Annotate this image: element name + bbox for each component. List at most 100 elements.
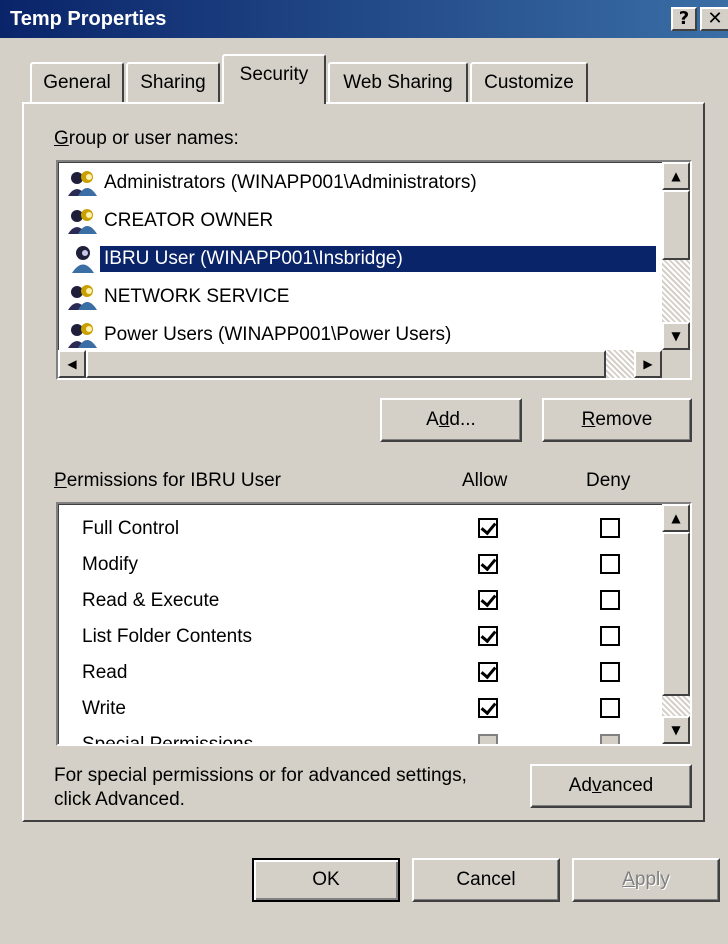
allow-column-header: Allow	[462, 470, 508, 491]
scroll-corner	[662, 350, 690, 378]
deny-checkbox[interactable]	[600, 662, 620, 682]
user-list-vertical-scrollbar[interactable]: ▲ ▼	[662, 162, 690, 350]
user-group-icon	[68, 323, 97, 348]
user-group-icon	[68, 209, 97, 234]
cancel-button[interactable]: Cancel	[412, 858, 560, 902]
permission-label: Modify	[82, 554, 138, 575]
scroll-thumb[interactable]	[662, 532, 690, 696]
window-title: Temp Properties	[10, 8, 167, 30]
tab-sharing-label: Sharing	[140, 72, 206, 93]
deny-checkbox[interactable]	[600, 518, 620, 538]
tab-sharing[interactable]: Sharing	[126, 62, 220, 102]
arrow-up-icon: ▲	[671, 169, 681, 183]
user-label: NETWORK SERVICE	[104, 286, 290, 307]
permission-label: Full Control	[82, 518, 180, 539]
add-label-1: A	[426, 409, 439, 430]
arrow-down-icon: ▼	[671, 723, 681, 737]
remove-button[interactable]: Remove	[542, 398, 692, 442]
list-item[interactable]: CREATOR OWNER	[66, 204, 656, 238]
permission-label: Read	[82, 662, 128, 683]
user-label: CREATOR OWNER	[104, 210, 274, 231]
allow-checkbox[interactable]	[478, 626, 498, 646]
advanced-note-line2: click Advanced.	[54, 789, 185, 810]
group-names-label: Group or user names:	[54, 128, 239, 150]
advanced-label-1: Ad	[568, 775, 592, 796]
user-label: Power Users (WINAPP001\Power Users)	[104, 324, 452, 345]
tab-general[interactable]: General	[30, 62, 124, 102]
arrow-left-icon: ◀	[67, 357, 77, 371]
remove-label: emove	[595, 409, 653, 430]
deny-checkbox[interactable]	[600, 590, 620, 610]
allow-checkbox[interactable]	[478, 590, 498, 610]
tab-customize[interactable]: Customize	[470, 62, 588, 102]
user-group-icon	[68, 171, 97, 196]
advanced-button[interactable]: Advanced	[530, 764, 692, 808]
help-button[interactable]: ?	[671, 7, 697, 31]
permissions-vertical-scrollbar[interactable]: ▲ ▼	[662, 504, 690, 744]
add-label-2: d...	[449, 409, 476, 430]
security-tab-panel: Group or user names: Administrators (WIN…	[22, 102, 705, 822]
scroll-left-button[interactable]: ◀	[58, 350, 86, 378]
advanced-label-2: anced	[601, 775, 654, 796]
close-button[interactable]: ✕	[700, 7, 728, 31]
allow-checkbox[interactable]	[478, 734, 498, 744]
tab-general-label: General	[43, 72, 111, 93]
permission-label: Read & Execute	[82, 590, 220, 611]
scroll-thumb[interactable]	[86, 350, 606, 378]
allow-checkbox[interactable]	[478, 662, 498, 682]
scroll-right-button[interactable]: ▶	[634, 350, 662, 378]
permissions-list[interactable]: Full Control Modify Read & Execute List …	[56, 502, 692, 746]
close-icon: ✕	[707, 8, 723, 29]
permission-row: Modify	[82, 548, 682, 584]
title-bar[interactable]: Temp Properties ? ✕	[0, 0, 728, 38]
list-item[interactable]: Power Users (WINAPP001\Power Users)	[66, 318, 656, 352]
permission-label: List Folder Contents	[82, 626, 253, 647]
allow-checkbox[interactable]	[478, 698, 498, 718]
scroll-down-button[interactable]: ▼	[662, 716, 690, 744]
list-item-selected[interactable]: IBRU User (WINAPP001\Insbridge)	[66, 242, 656, 276]
user-list[interactable]: Administrators (WINAPP001\Administrators…	[56, 160, 692, 380]
apply-label: pply	[634, 869, 670, 890]
deny-checkbox[interactable]	[600, 698, 620, 718]
cancel-label: Cancel	[456, 869, 516, 890]
apply-mnemonic: A	[622, 869, 635, 890]
scroll-down-button[interactable]: ▼	[662, 322, 690, 350]
permission-row: List Folder Contents	[82, 620, 682, 656]
scroll-thumb[interactable]	[662, 190, 690, 260]
arrow-down-icon: ▼	[671, 329, 681, 343]
scroll-up-button[interactable]: ▲	[662, 504, 690, 532]
allow-checkbox[interactable]	[478, 518, 498, 538]
advanced-note: For special permissions or for advanced …	[54, 764, 467, 812]
permission-label: Special Permissions	[82, 734, 254, 746]
ok-button[interactable]: OK	[252, 858, 400, 902]
add-button[interactable]: Add...	[380, 398, 522, 442]
user-list-horizontal-scrollbar[interactable]: ◀ ▶	[58, 350, 662, 378]
advanced-note-line1: For special permissions or for advanced …	[54, 765, 467, 786]
deny-checkbox[interactable]	[600, 626, 620, 646]
deny-checkbox[interactable]	[600, 734, 620, 744]
tab-web-sharing-label: Web Sharing	[343, 72, 453, 93]
user-label: IBRU User (WINAPP001\Insbridge)	[100, 246, 656, 272]
permission-row: Write	[82, 692, 682, 728]
arrow-up-icon: ▲	[671, 511, 681, 525]
properties-dialog: Temp Properties ? ✕ General Sharing Secu…	[0, 0, 728, 944]
permission-row: Special Permissions	[82, 728, 682, 746]
tab-security[interactable]: Security	[222, 54, 326, 104]
permissions-label-text: ermissions for IBRU User	[66, 470, 282, 491]
permission-row: Full Control	[82, 512, 682, 548]
apply-button[interactable]: Apply	[572, 858, 720, 902]
list-item[interactable]: NETWORK SERVICE	[66, 280, 656, 314]
ok-label: OK	[312, 869, 340, 890]
deny-column-header: Deny	[586, 470, 631, 491]
tab-web-sharing[interactable]: Web Sharing	[328, 62, 468, 102]
group-names-label-text: roup or user names:	[68, 128, 239, 149]
tab-security-label: Security	[239, 64, 309, 85]
scroll-up-button[interactable]: ▲	[662, 162, 690, 190]
group-names-mnemonic: G	[54, 128, 69, 149]
deny-checkbox[interactable]	[600, 554, 620, 574]
allow-checkbox[interactable]	[478, 554, 498, 574]
tab-customize-label: Customize	[484, 72, 574, 93]
help-icon: ?	[678, 8, 690, 29]
user-label: Administrators (WINAPP001\Administrators…	[104, 172, 477, 193]
list-item[interactable]: Administrators (WINAPP001\Administrators…	[66, 166, 656, 200]
